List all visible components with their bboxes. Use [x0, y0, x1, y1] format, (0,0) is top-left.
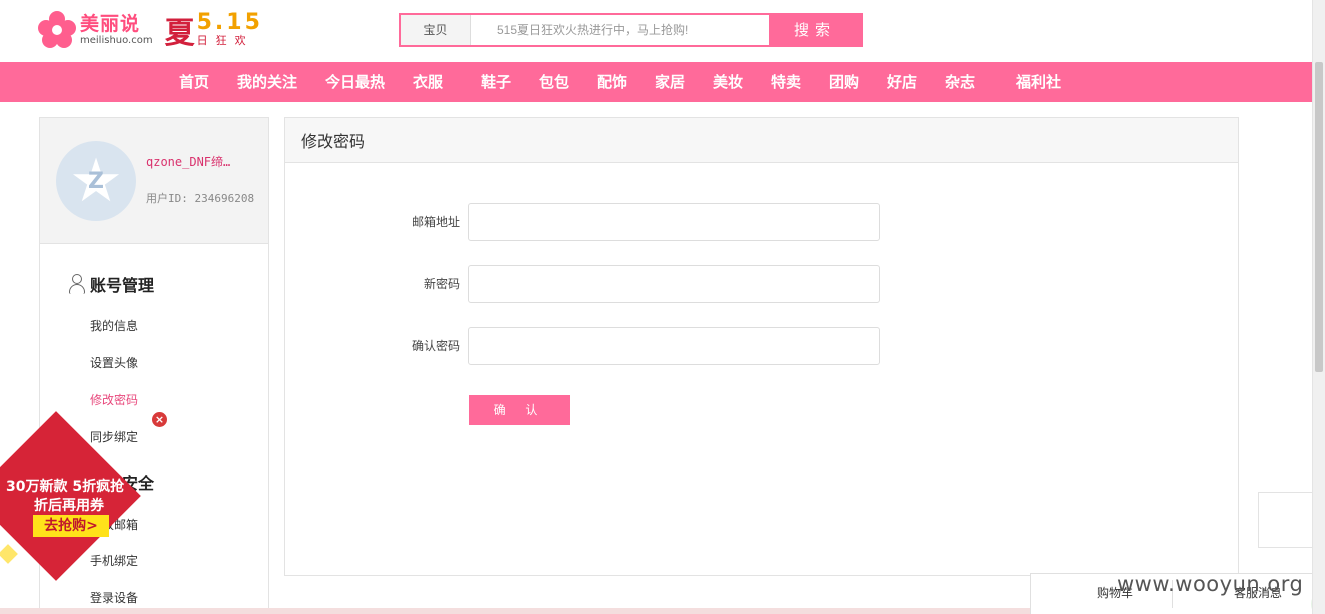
user-id: 用户ID: 234696208 [146, 192, 255, 205]
nav-item-hot-today[interactable]: 今日最热 [325, 62, 385, 102]
email-label: 邮箱地址 [411, 215, 460, 229]
flower-logo-icon [38, 11, 76, 49]
nav-item-magazine[interactable]: 杂志 [945, 62, 975, 102]
nav-item-clothes[interactable]: 衣服 [413, 62, 443, 102]
nav-item-bags[interactable]: 包包 [539, 62, 569, 102]
new-password-field[interactable] [468, 265, 880, 303]
sidebar-item-my-info[interactable]: 我的信息 [90, 317, 138, 334]
logo-domain: meilishuo.com [80, 35, 153, 46]
promo-logo-date: 5.15 [196, 10, 263, 35]
page-scrollbar[interactable] [1312, 0, 1325, 614]
email-field[interactable] [468, 203, 880, 241]
qzone-icon: Z [88, 168, 104, 194]
nav-item-following[interactable]: 我的关注 [237, 62, 297, 102]
sidebar-item-change-password[interactable]: 修改密码 [90, 391, 138, 408]
change-password-panel: 修改密码 邮箱地址 新密码 确认密码 确 认 [284, 117, 1239, 576]
page: 美丽说 meilishuo.com 夏 5.15 日狂欢 宝贝 搜索 首页 我的… [0, 0, 1325, 614]
logo-text: 美丽说 [80, 13, 141, 35]
nav-item-home-living[interactable]: 家居 [655, 62, 685, 102]
account-section-label: 账号管理 [90, 276, 155, 295]
confirm-password-label: 确认密码 [411, 339, 460, 353]
promo-buy-button[interactable]: 去抢购> [33, 515, 109, 537]
bottom-strip [0, 608, 1030, 614]
confirm-button[interactable]: 确 认 [469, 395, 570, 425]
sidebar-item-set-avatar[interactable]: 设置头像 [90, 354, 138, 371]
profile-card: ★ Z qzone_DNF缔… 用户ID: 234696208 [40, 118, 268, 244]
nav-item-beauty[interactable]: 美妆 [713, 62, 743, 102]
search-button[interactable]: 搜索 [769, 15, 861, 45]
nav-item-welfare[interactable]: 福利社 [1016, 62, 1061, 102]
account-section-title: 账号管理 [68, 272, 154, 296]
nav-item-shoes[interactable]: 鞋子 [481, 62, 511, 102]
search-category-select[interactable]: 宝贝 [401, 15, 471, 45]
new-password-row: 新密码 [285, 265, 1240, 303]
username[interactable]: qzone_DNF缔… [146, 153, 230, 170]
nav-item-sale[interactable]: 特卖 [771, 62, 801, 102]
nav-item-shops[interactable]: 好店 [887, 62, 917, 102]
side-toolbar-box[interactable] [1258, 492, 1314, 548]
close-icon[interactable]: × [152, 412, 167, 427]
promo-headline: 30万新款 5折疯抢 [6, 479, 125, 495]
promo-subline: 折后再用券 [34, 498, 104, 514]
new-password-label: 新密码 [423, 277, 460, 291]
scroll-thumb[interactable] [1315, 62, 1323, 372]
email-row: 邮箱地址 [285, 203, 1240, 241]
main-nav: 首页 我的关注 今日最热 衣服 鞋子 包包 配饰 家居 美妆 特卖 团购 好店 … [0, 62, 1312, 102]
confirm-password-row: 确认密码 [285, 327, 1240, 365]
watermark: www.wooyun.org [1117, 572, 1304, 596]
search-bar: 宝贝 搜索 [399, 13, 863, 47]
panel-title: 修改密码 [285, 118, 1238, 163]
avatar[interactable]: ★ Z [56, 141, 136, 221]
user-icon [68, 274, 86, 294]
promo-logo-char: 夏 [164, 16, 195, 51]
nav-item-group-buy[interactable]: 团购 [829, 62, 859, 102]
search-input[interactable] [471, 15, 769, 45]
nav-item-home[interactable]: 首页 [179, 62, 209, 102]
confirm-password-field[interactable] [468, 327, 880, 365]
site-logo[interactable]: 美丽说 meilishuo.com 夏 5.15 日狂欢 [38, 8, 263, 52]
promo-logo-sub: 日狂欢 [196, 34, 254, 47]
nav-item-accessories[interactable]: 配饰 [597, 62, 627, 102]
promo-logo: 夏 5.15 日狂欢 [165, 8, 263, 52]
